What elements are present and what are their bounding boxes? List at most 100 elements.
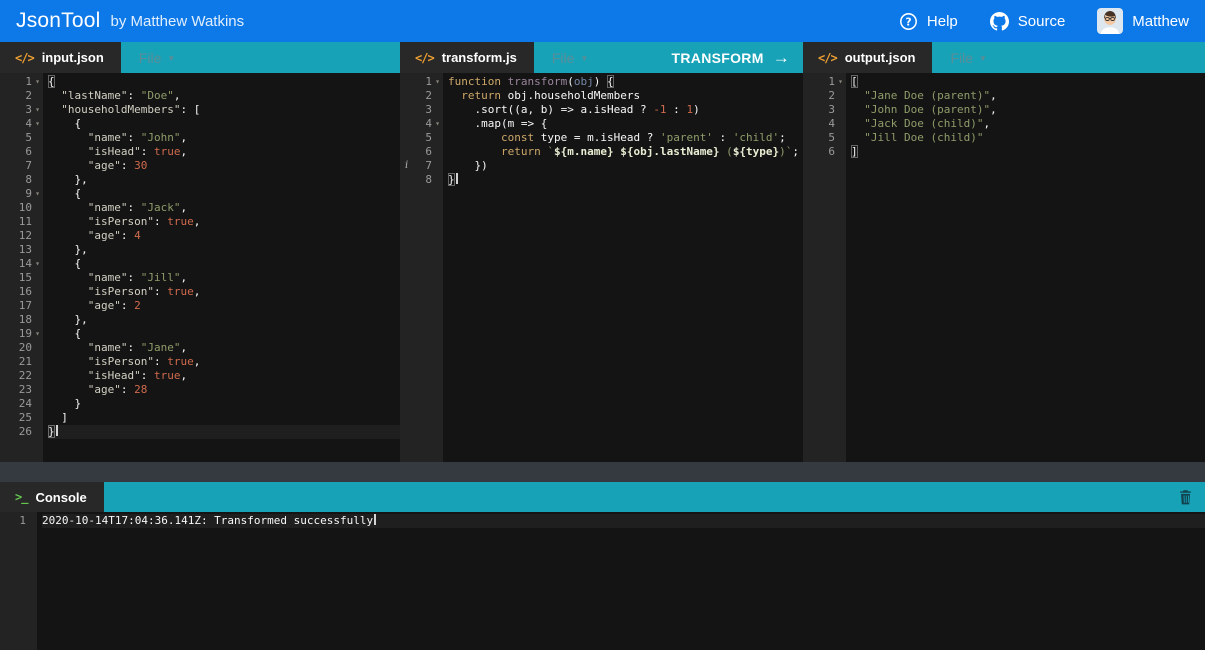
source-label: Source: [1017, 12, 1066, 30]
code-token: ,: [180, 369, 188, 382]
code-token: -1: [653, 103, 667, 116]
code-token: (: [719, 145, 733, 158]
gutter-line: 23: [0, 383, 43, 397]
code-token: :: [120, 229, 135, 242]
code-token: :: [127, 89, 141, 102]
fold-icon[interactable]: ▾: [432, 117, 443, 131]
code-line: "age": 28: [48, 383, 400, 397]
line-number: 5: [25, 131, 32, 144]
line-number: 22: [18, 369, 32, 382]
output-editor[interactable]: 1 ▾ 2 3 4 5 6 [ "Jane Doe (parent)", "John Doe…: [803, 73, 1205, 462]
transform-editor[interactable]: 1 ▾ 2 3 4 ▾ 5 6 i 7 8 function transform(obj) { re…: [400, 73, 803, 462]
fold-icon[interactable]: ▾: [835, 75, 846, 89]
code-line: "householdMembers": [: [48, 103, 400, 117]
help-label: Help: [926, 12, 958, 30]
gutter-line: 19 ▾: [0, 327, 43, 341]
code-line: const type = m.isHead ? 'parent' : 'chil…: [448, 131, 803, 145]
fold-icon[interactable]: ▾: [32, 103, 43, 117]
clear-console-button[interactable]: [1179, 489, 1205, 505]
app-byline: by Matthew Watkins: [110, 12, 245, 30]
code-token: {: [606, 75, 614, 88]
fold-icon[interactable]: ▾: [32, 117, 43, 131]
tab-input-json[interactable]: </> input.json: [0, 42, 121, 73]
code-token: "householdMembers": [48, 103, 181, 116]
code-line: "age": 2: [48, 299, 400, 313]
fold-icon[interactable]: ▾: [32, 327, 43, 341]
input-editor[interactable]: 1 ▾ 2 3 ▾ 4 ▾ 5 6 7 8 9 ▾ 10 11 12 13 14 ▾ 15 16 17 18 19 ▾ 20 21 2…: [0, 73, 400, 462]
gutter-line: 12: [0, 229, 43, 243]
tab-output-json[interactable]: </> output.json: [803, 42, 933, 73]
code-token: 'parent': [659, 131, 713, 144]
source-link[interactable]: Source: [989, 11, 1066, 31]
code-token: 'child': [732, 131, 780, 144]
input-header-bar: File ▼: [120, 42, 400, 73]
gutter-line: 13: [0, 243, 43, 257]
code-icon: </>: [818, 50, 838, 65]
console-gutter: 1: [0, 512, 37, 650]
user-menu[interactable]: Matthew: [1097, 8, 1189, 34]
code-token: "age": [48, 159, 121, 172]
chevron-down-icon: ▼: [167, 54, 176, 63]
gutter-line: 1 ▾: [0, 75, 43, 89]
code-line: "lastName": "Doe",: [48, 89, 400, 103]
fold-icon[interactable]: ▾: [32, 187, 43, 201]
code-token: :: [140, 145, 154, 158]
code-line: ]: [48, 411, 400, 425]
code-line: "Jane Doe (parent)",: [851, 89, 1205, 103]
line-number: 26: [18, 425, 32, 438]
code-token: ,: [983, 117, 991, 130]
line-number: 3: [828, 103, 835, 116]
code-token: "Jack": [140, 201, 181, 214]
code-token: "John Doe (parent)": [851, 103, 991, 116]
file-menu-transform[interactable]: File ▼: [534, 50, 588, 66]
gutter-line: 6: [400, 145, 443, 159]
help-link[interactable]: ? Help: [899, 12, 958, 31]
gutter-line: 2: [0, 89, 43, 103]
gutter-line: 4 ▾: [400, 117, 443, 131]
line-number: 1: [425, 75, 432, 88]
tab-transform-js[interactable]: </> transform.js: [400, 42, 534, 73]
code-token: "name": [48, 131, 128, 144]
tab-label: transform.js: [441, 50, 517, 65]
transform-button[interactable]: TRANSFORM →: [672, 49, 803, 66]
gutter-line: 18: [0, 313, 43, 327]
gutter-line: 5: [400, 131, 443, 145]
code-token: "John": [140, 131, 181, 144]
code-line: [: [851, 75, 1205, 89]
file-menu-label: File: [138, 49, 162, 66]
file-menu-output[interactable]: File ▼: [932, 50, 986, 66]
line-number: 2: [425, 89, 432, 102]
fold-icon[interactable]: ▾: [32, 75, 43, 89]
gutter-line: 1 ▾: [400, 75, 443, 89]
code-token: const: [500, 131, 535, 144]
code-token: obj.householdMembers: [501, 89, 641, 102]
code-line: .sort((a, b) => a.isHead ? -1 : 1): [448, 103, 803, 117]
transform-gutter: 1 ▾ 2 3 4 ▾ 5 6 i 7 8: [400, 73, 443, 462]
tab-label: Console: [35, 489, 87, 505]
code-line: {: [48, 75, 400, 89]
tab-console[interactable]: >_ Console: [0, 482, 104, 512]
code-token: "age": [48, 299, 121, 312]
fold-icon[interactable]: ▾: [32, 257, 43, 271]
code-token: function: [448, 75, 501, 88]
console-editor[interactable]: 1 2020-10-14T17:04:36.141Z: Transformed …: [0, 512, 1205, 650]
transform-code: function transform(obj) { return obj.hou…: [443, 73, 803, 462]
input-panel: </> input.json File ▼ 1 ▾ 2 3 ▾ 4 ▾ 5 6 7 8 9 ▾ 10 11 1…: [0, 42, 400, 462]
line-number: 12: [18, 229, 32, 242]
fold-icon[interactable]: ▾: [432, 75, 443, 89]
gutter-line: 8: [0, 173, 43, 187]
gutter-line: 7: [0, 159, 43, 173]
file-menu-input[interactable]: File ▼: [121, 50, 175, 66]
code-token: "lastName": [48, 89, 128, 102]
line-number: 8: [425, 173, 432, 186]
line-number: 8: [25, 173, 32, 186]
gutter-line: 15: [0, 271, 43, 285]
code-line: }): [448, 159, 803, 173]
code-token: ${m.name}: [553, 145, 614, 158]
code-token: :: [127, 341, 141, 354]
code-token: }: [48, 425, 55, 438]
code-line: "Jill Doe (child)": [851, 131, 1205, 145]
output-panel: </> output.json File ▼ 1 ▾ 2 3 4 5 6 [ "Jane D…: [803, 42, 1205, 462]
code-token: .sort((a, b) => a.isHead ?: [448, 103, 654, 116]
